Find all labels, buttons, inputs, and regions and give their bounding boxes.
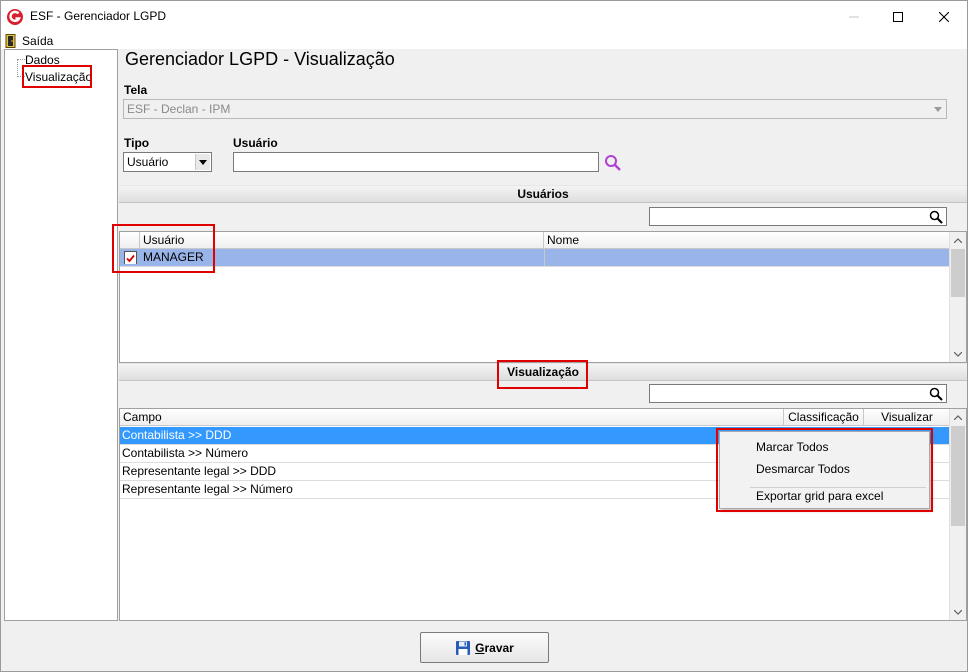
usuarios-vertical-scrollbar[interactable]: [949, 232, 966, 362]
minimize-button[interactable]: [831, 1, 877, 32]
tree-connector: [17, 59, 25, 60]
menu-bar: Saída: [1, 32, 967, 49]
close-button[interactable]: [921, 1, 967, 32]
tela-select: ESF - Declan - IPM: [123, 99, 947, 119]
gravar-button[interactable]: Gravar: [420, 632, 549, 663]
usuarios-section-header: Usuários: [119, 185, 967, 203]
tela-label: Tela: [124, 83, 148, 97]
cell-campo: Contabilista >> DDD: [122, 428, 232, 442]
context-menu: Marcar Todos Desmarcar Todos Exportar gr…: [719, 431, 930, 509]
close-icon: [939, 11, 949, 22]
scroll-up-icon[interactable]: [950, 409, 966, 425]
search-icon[interactable]: [604, 154, 622, 172]
search-icon[interactable]: [929, 387, 943, 401]
tela-select-value: ESF - Declan - IPM: [127, 102, 231, 116]
main-window: ESF - Gerenciador LGPD Saída Dados Visua…: [0, 0, 968, 672]
page-title: Gerenciador LGPD - Visualização: [125, 49, 395, 69]
usuarios-search-input[interactable]: [649, 207, 947, 226]
column-header-nome[interactable]: Nome: [544, 232, 950, 249]
usuarios-grid[interactable]: Usuário Nome MANAGER: [119, 231, 967, 363]
app-logo-icon: [7, 9, 23, 25]
tree-connector: [17, 76, 25, 77]
menu-item-desmarcar-todos[interactable]: Desmarcar Todos: [756, 462, 850, 476]
menu-item-marcar-todos[interactable]: Marcar Todos: [756, 440, 828, 454]
scroll-up-icon[interactable]: [950, 232, 966, 248]
column-header-visualizar[interactable]: Visualizar: [864, 409, 950, 426]
tipo-select-value: Usuário: [127, 155, 169, 169]
chevron-down-icon[interactable]: [195, 154, 210, 170]
visualizacao-search-input[interactable]: [649, 384, 947, 403]
column-header-campo[interactable]: Campo: [120, 409, 784, 426]
floppy-disk-icon: [456, 640, 471, 655]
cell-campo: Representante legal >> DDD: [122, 464, 277, 478]
menu-item-exportar-excel[interactable]: Exportar grid para excel: [756, 489, 883, 503]
window-title: ESF - Gerenciador LGPD: [30, 9, 167, 23]
cell-campo: Representante legal >> Número: [122, 482, 293, 496]
visualizacao-vertical-scrollbar[interactable]: [949, 409, 966, 620]
tree-item-visualizacao[interactable]: Visualização: [25, 70, 92, 84]
cell-usuario: MANAGER: [143, 250, 204, 264]
search-icon[interactable]: [929, 210, 943, 224]
scroll-down-icon[interactable]: [950, 604, 966, 620]
cell-campo: Contabilista >> Número: [122, 446, 249, 460]
check-column-header: [120, 232, 140, 249]
row-checkbox[interactable]: [124, 251, 137, 264]
menu-separator: [750, 487, 926, 488]
checkmark-icon: [125, 253, 136, 264]
title-bar: ESF - Gerenciador LGPD: [1, 1, 967, 32]
cell-nome: [544, 249, 950, 266]
minimize-icon: [849, 16, 859, 17]
tree-connector: [17, 59, 18, 77]
table-row[interactable]: MANAGER: [120, 249, 950, 267]
exit-door-icon: [5, 33, 16, 48]
column-header-classificacao[interactable]: Classificação: [784, 409, 864, 426]
tipo-select[interactable]: Usuário: [123, 152, 212, 172]
menu-item-label: Saída: [22, 33, 54, 48]
chevron-down-icon: [930, 101, 945, 117]
usuarios-grid-header: Usuário Nome: [120, 232, 950, 249]
maximize-button[interactable]: [875, 1, 921, 32]
visualizacao-section-header: Visualização: [119, 363, 967, 381]
tipo-label: Tipo: [124, 136, 150, 150]
menu-item-saida[interactable]: Saída: [5, 32, 53, 49]
visualizacao-grid-header: Campo Classificação Visualizar: [120, 409, 950, 426]
scroll-down-icon[interactable]: [950, 346, 966, 362]
gravar-button-label: ravar: [484, 640, 514, 655]
usuario-label: Usuário: [233, 136, 278, 150]
tree-item-dados[interactable]: Dados: [25, 53, 60, 67]
maximize-icon: [893, 11, 903, 22]
usuario-input[interactable]: [233, 152, 599, 172]
scroll-thumb[interactable]: [951, 249, 965, 297]
navigation-tree: Dados Visualização: [4, 49, 118, 621]
column-header-usuario[interactable]: Usuário: [140, 232, 544, 249]
scroll-thumb[interactable]: [951, 426, 965, 526]
gravar-button-mnemonic: G: [475, 640, 485, 655]
